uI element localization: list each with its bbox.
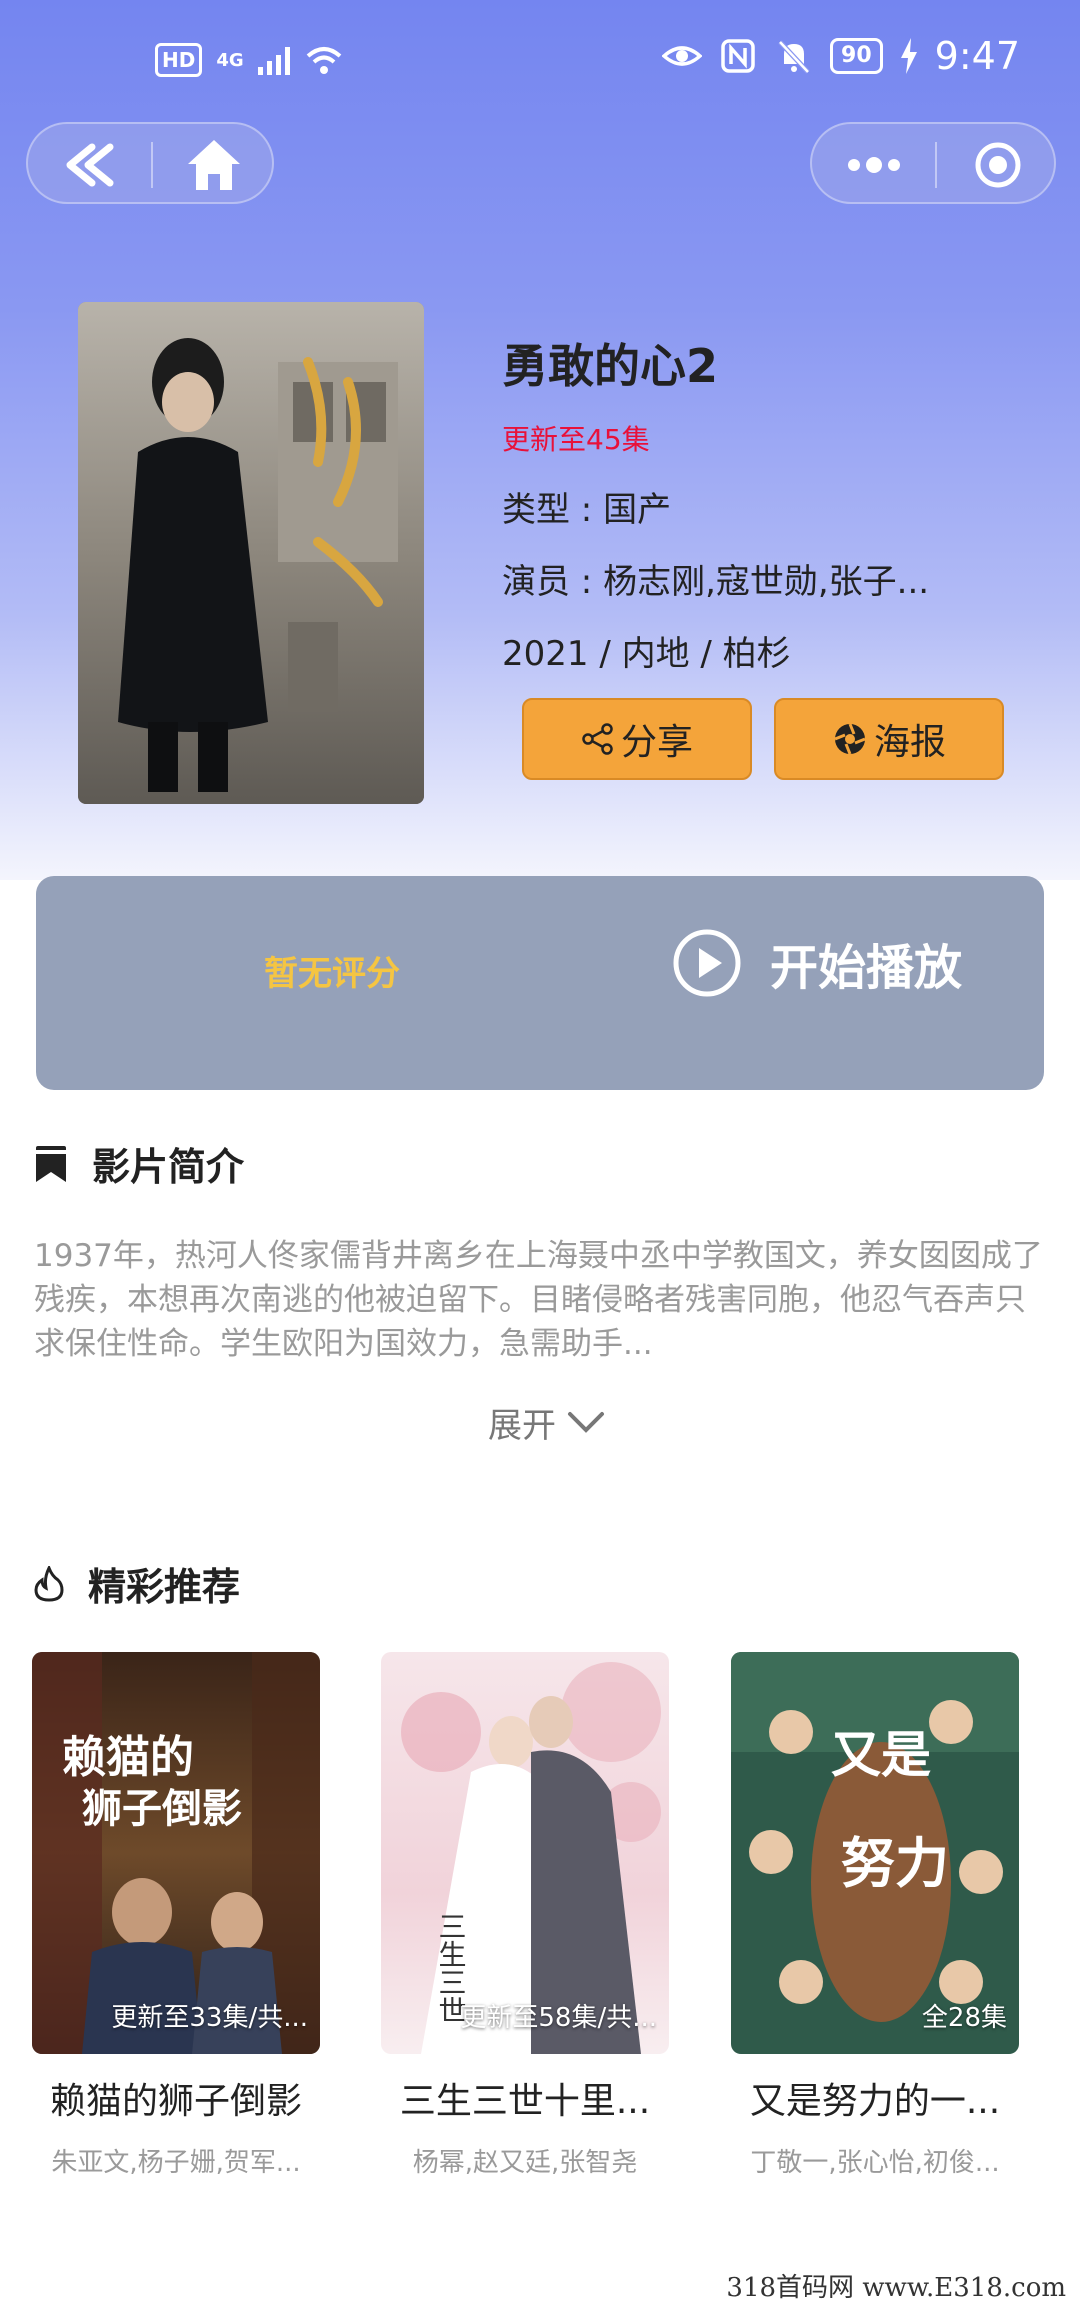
synopsis-heading: 影片简介 — [92, 1145, 245, 1189]
status-right: 90 9:47 — [662, 34, 1020, 78]
episode-badge: 更新至33集/共... — [111, 2003, 308, 2033]
double-back-arrow-icon — [66, 143, 114, 187]
more-button[interactable] — [812, 124, 936, 206]
rating-text: 暂无评分 — [264, 954, 400, 994]
aperture-icon — [834, 723, 866, 755]
svg-text:努力: 努力 — [841, 1831, 949, 1895]
recommend-heading: 精彩推荐 — [88, 1565, 241, 1609]
recommend-title: 赖猫的狮子倒影 — [49, 2081, 302, 2122]
close-miniprogram-button[interactable] — [936, 124, 1060, 206]
poster-image: 三生三世 — [381, 1652, 669, 2054]
status-bar: HD 4G 90 9:47 — [0, 30, 1080, 94]
status-left: HD 4G — [155, 40, 344, 80]
signal-icon — [257, 45, 290, 75]
eye-icon — [662, 46, 703, 66]
share-button[interactable]: 分享 — [522, 698, 752, 780]
target-close-icon — [975, 142, 1021, 188]
movie-title: 勇敢的心2 — [502, 339, 719, 393]
expand-button[interactable]: 展开 — [488, 1398, 606, 1447]
poster-image: 又是 努力 — [731, 1652, 1019, 2054]
expand-label: 展开 — [488, 1406, 556, 1446]
wifi-icon — [306, 47, 341, 74]
svg-text:又是: 又是 — [831, 1725, 931, 1784]
battery-indicator: 90 — [830, 38, 883, 74]
recommend-title: 三生三世十里... — [399, 2081, 651, 2122]
clock: 9:47 — [934, 34, 1020, 78]
movie-poster[interactable] — [78, 302, 424, 804]
recommend-header: 精彩推荐 — [34, 1556, 240, 1611]
play-circle-icon — [673, 929, 741, 997]
recommend-cast: 朱亚文,杨子姗,贺军... — [51, 2148, 301, 2178]
share-icon — [582, 723, 613, 755]
play-label: 开始播放 — [770, 940, 963, 996]
more-dots-icon — [848, 157, 900, 173]
genre-line: 类型 : 国产 — [502, 490, 672, 530]
episode-badge: 更新至58集/共... — [460, 2003, 657, 2033]
recommend-card[interactable]: 三生三世 更新至58集/共... 三生三世十里... 杨幂,赵又廷,张智尧 — [381, 1652, 669, 2179]
play-card: 暂无评分 开始播放 — [36, 876, 1044, 1090]
flame-icon — [34, 1565, 64, 1602]
recommend-poster: 赖猫的 狮子倒影 更新至33集/共... — [32, 1652, 320, 2054]
watermark-text: 318首码网 www.E318.com — [726, 2273, 1066, 2303]
synopsis-text: 1937年，热河人佟家儒背井离乡在上海聂中丞中学教国文，养女囡囡成了残疾，本想再… — [34, 1238, 1043, 1362]
share-label: 分享 — [620, 722, 693, 763]
meta-line: 2021 / 内地 / 柏杉 — [502, 634, 791, 674]
poster-label: 海报 — [873, 722, 946, 763]
recommend-poster: 又是 努力 全28集 — [731, 1652, 1019, 2054]
recommend-card[interactable]: 赖猫的 狮子倒影 更新至33集/共... 赖猫的狮子倒影 朱亚文,杨子姗,贺军.… — [32, 1652, 320, 2179]
recommend-card[interactable]: 又是 努力 全28集 又是努力的一... 丁敬一,张心怡,初俊... — [731, 1652, 1019, 2179]
poster-image — [78, 302, 424, 804]
hd-badge: HD — [155, 43, 203, 77]
recommend-title: 又是努力的一... — [749, 2081, 1001, 2122]
poster-image: 赖猫的 狮子倒影 — [32, 1652, 320, 2054]
update-status: 更新至45集 — [502, 423, 650, 456]
svg-text:赖猫的: 赖猫的 — [62, 1732, 194, 1783]
home-button[interactable] — [152, 124, 276, 206]
start-play-button[interactable]: 开始播放 — [672, 928, 962, 998]
svg-text:狮子倒影: 狮子倒影 — [82, 1785, 242, 1832]
episode-badge: 全28集 — [921, 2003, 1007, 2033]
cast-line: 演员 : 杨志刚,寇世勋,张子... — [502, 562, 930, 602]
home-icon — [188, 140, 240, 190]
network-type: 4G — [216, 49, 244, 71]
back-button[interactable] — [28, 124, 152, 206]
bookmark-icon — [36, 1145, 66, 1182]
nav-capsule-right — [810, 122, 1056, 204]
recommend-poster: 三生三世 更新至58集/共... — [381, 1652, 669, 2054]
poster-button[interactable]: 海报 — [774, 698, 1004, 780]
synopsis-header: 影片简介 — [34, 1136, 244, 1191]
mute-bell-icon — [778, 40, 810, 74]
nfc-icon — [721, 39, 755, 73]
charging-icon — [900, 38, 917, 74]
recommend-cast: 丁敬一,张心怡,初俊... — [750, 2148, 1000, 2178]
chevron-down-icon — [568, 1411, 604, 1433]
nav-capsule-left — [26, 122, 274, 204]
recommend-cast: 杨幂,赵又廷,张智尧 — [412, 2148, 638, 2178]
